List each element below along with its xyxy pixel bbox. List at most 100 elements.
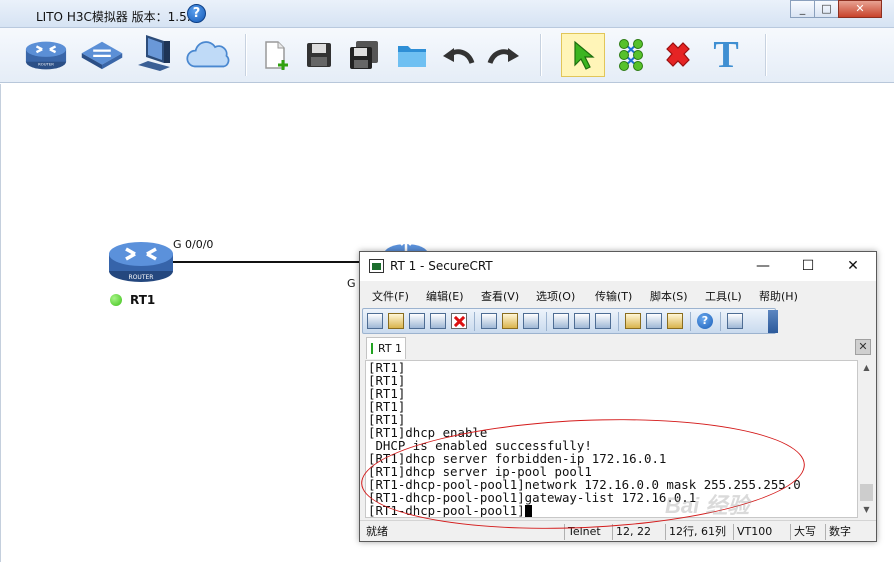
help-icon[interactable]: ? [187,4,206,23]
menu-options[interactable]: 选项(O) [536,288,575,304]
toolbar-separator [546,312,547,331]
menu-view[interactable]: 查看(V) [481,288,519,304]
open-button[interactable] [390,33,434,77]
crt-tabbar: RT 1 ✕ [360,336,876,360]
save-as-button[interactable] [342,33,386,77]
toolbar-separator [765,34,767,76]
securecrt-window: RT 1 - SecureCRT — ☐ ✕ 文件(F) 编辑(E) 查看(V)… [359,251,877,542]
link-tool-button[interactable] [609,33,653,77]
printer-setup-icon[interactable] [595,313,611,329]
status-indicator [110,294,122,306]
add-pc-button[interactable] [132,33,176,77]
copy-icon[interactable] [481,313,497,329]
status-cursor-position: 12, 22 [612,524,654,540]
app-title: LITO H3C模拟器 版本：1.5.2 [36,10,199,24]
delete-button[interactable] [656,33,700,77]
close-button[interactable]: ✕ [838,0,882,18]
select-tool-button[interactable] [561,33,605,77]
terminal-prompt-line: [RT1-dhcp-pool-pool1] [368,504,532,517]
scroll-down-icon[interactable]: ▼ [858,502,875,518]
terminal-prompt: [RT1-dhcp-pool-pool1] [368,503,525,518]
quick-connect-icon[interactable] [388,313,404,329]
status-terminal-type: VT100 [733,524,775,540]
status-num: 数字 [825,524,854,540]
session-options-icon[interactable] [625,313,641,329]
connect-icon[interactable] [367,313,383,329]
new-file-button[interactable] [252,33,296,77]
toolbar-separator [690,312,691,331]
window-controls: _ □ ✕ [790,0,882,18]
terminal-scrollbar[interactable]: ▲ ▼ [858,360,875,518]
close-tab-button[interactable]: ✕ [855,339,871,355]
terminal-output[interactable]: [RT1] [RT1] [RT1] [RT1] [RT1] [RT1]dhcp … [365,360,858,518]
delete-icon [666,42,690,67]
toolbar-separator [720,312,721,331]
save-icon [307,43,331,67]
undo-icon [443,48,475,65]
redo-button[interactable] [482,33,526,77]
status-protocol: Telnet [564,524,604,540]
crt-menubar: 文件(F) 编辑(E) 查看(V) 选项(O) 传输(T) 脚本(S) 工具(L… [360,282,876,307]
scrollbar-thumb[interactable] [860,484,873,501]
toolbar-separator [245,34,247,76]
toolbar-overflow-chevron[interactable] [768,310,778,333]
minimize-button[interactable]: _ [790,0,815,18]
app-titlebar: LITO H3C模拟器 版本：1.5.2 ? _ □ ✕ [0,0,894,28]
add-router-button[interactable]: ROUTER [24,33,68,77]
text-tool-icon: T [713,34,739,76]
main-toolbar: ROUTER T [0,28,894,83]
toolbar-separator [618,312,619,331]
undo-button[interactable] [436,33,480,77]
session-tab-label: RT 1 [378,342,403,355]
menu-file[interactable]: 文件(F) [372,288,409,304]
select-pointer-icon [574,40,595,70]
text-tool-button[interactable]: T [704,33,748,77]
crt-help-icon[interactable]: ? [697,313,713,329]
scroll-up-icon[interactable]: ▲ [858,360,875,376]
crt-maximize-button[interactable]: ☐ [785,255,831,277]
add-cloud-button[interactable] [186,33,230,77]
toolbar-separator [474,312,475,331]
save-button[interactable] [297,33,341,77]
crt-statusbar: 就绪 Telnet 12, 22 12行, 61列 VT100 大写 数字 [360,520,876,541]
text-cursor [524,505,532,517]
global-options-icon[interactable] [646,313,662,329]
save-as-icon [350,41,378,69]
menu-tools[interactable]: 工具(L) [705,288,742,304]
new-file-icon [265,41,288,70]
crt-toolbar: ? [362,308,778,334]
find-icon[interactable] [523,313,539,329]
router-badge: ROUTER [129,274,154,281]
router-rt1[interactable]: ROUTER [108,237,174,285]
router-icon: ROUTER [25,41,67,70]
maximize-button[interactable]: □ [814,0,839,18]
crt-close-button[interactable]: ✕ [830,255,876,277]
menu-edit[interactable]: 编辑(E) [426,288,464,304]
paste-icon[interactable] [502,313,518,329]
print-icon[interactable] [553,313,569,329]
add-switch-button[interactable] [80,33,124,77]
status-caps: 大写 [790,524,819,540]
pc-icon [138,35,170,71]
connect-tab-icon[interactable] [409,313,425,329]
session-tab-rt1[interactable]: RT 1 [366,337,406,359]
print-selection-icon[interactable] [574,313,590,329]
menu-help[interactable]: 帮助(H) [759,288,798,304]
network-link[interactable] [172,261,364,263]
cloud-icon [186,41,230,68]
reconnect-icon[interactable] [430,313,446,329]
menu-script[interactable]: 脚本(S) [650,288,688,304]
status-ready: 就绪 [366,525,388,538]
menu-transfer[interactable]: 传输(T) [595,288,632,304]
router-name-label: RT1 [130,293,156,307]
tab-options-icon[interactable] [727,313,743,329]
switch-icon [81,41,123,70]
port-label-rt1: G 0/0/0 [173,238,214,251]
key-map-icon[interactable] [667,313,683,329]
crt-minimize-button[interactable]: — [740,255,786,277]
disconnect-icon[interactable] [451,313,467,329]
svg-text:ROUTER: ROUTER [38,62,54,67]
crt-titlebar: RT 1 - SecureCRT — ☐ ✕ [360,252,876,281]
toolbar-separator [540,34,542,76]
tab-status-marker [371,343,373,354]
